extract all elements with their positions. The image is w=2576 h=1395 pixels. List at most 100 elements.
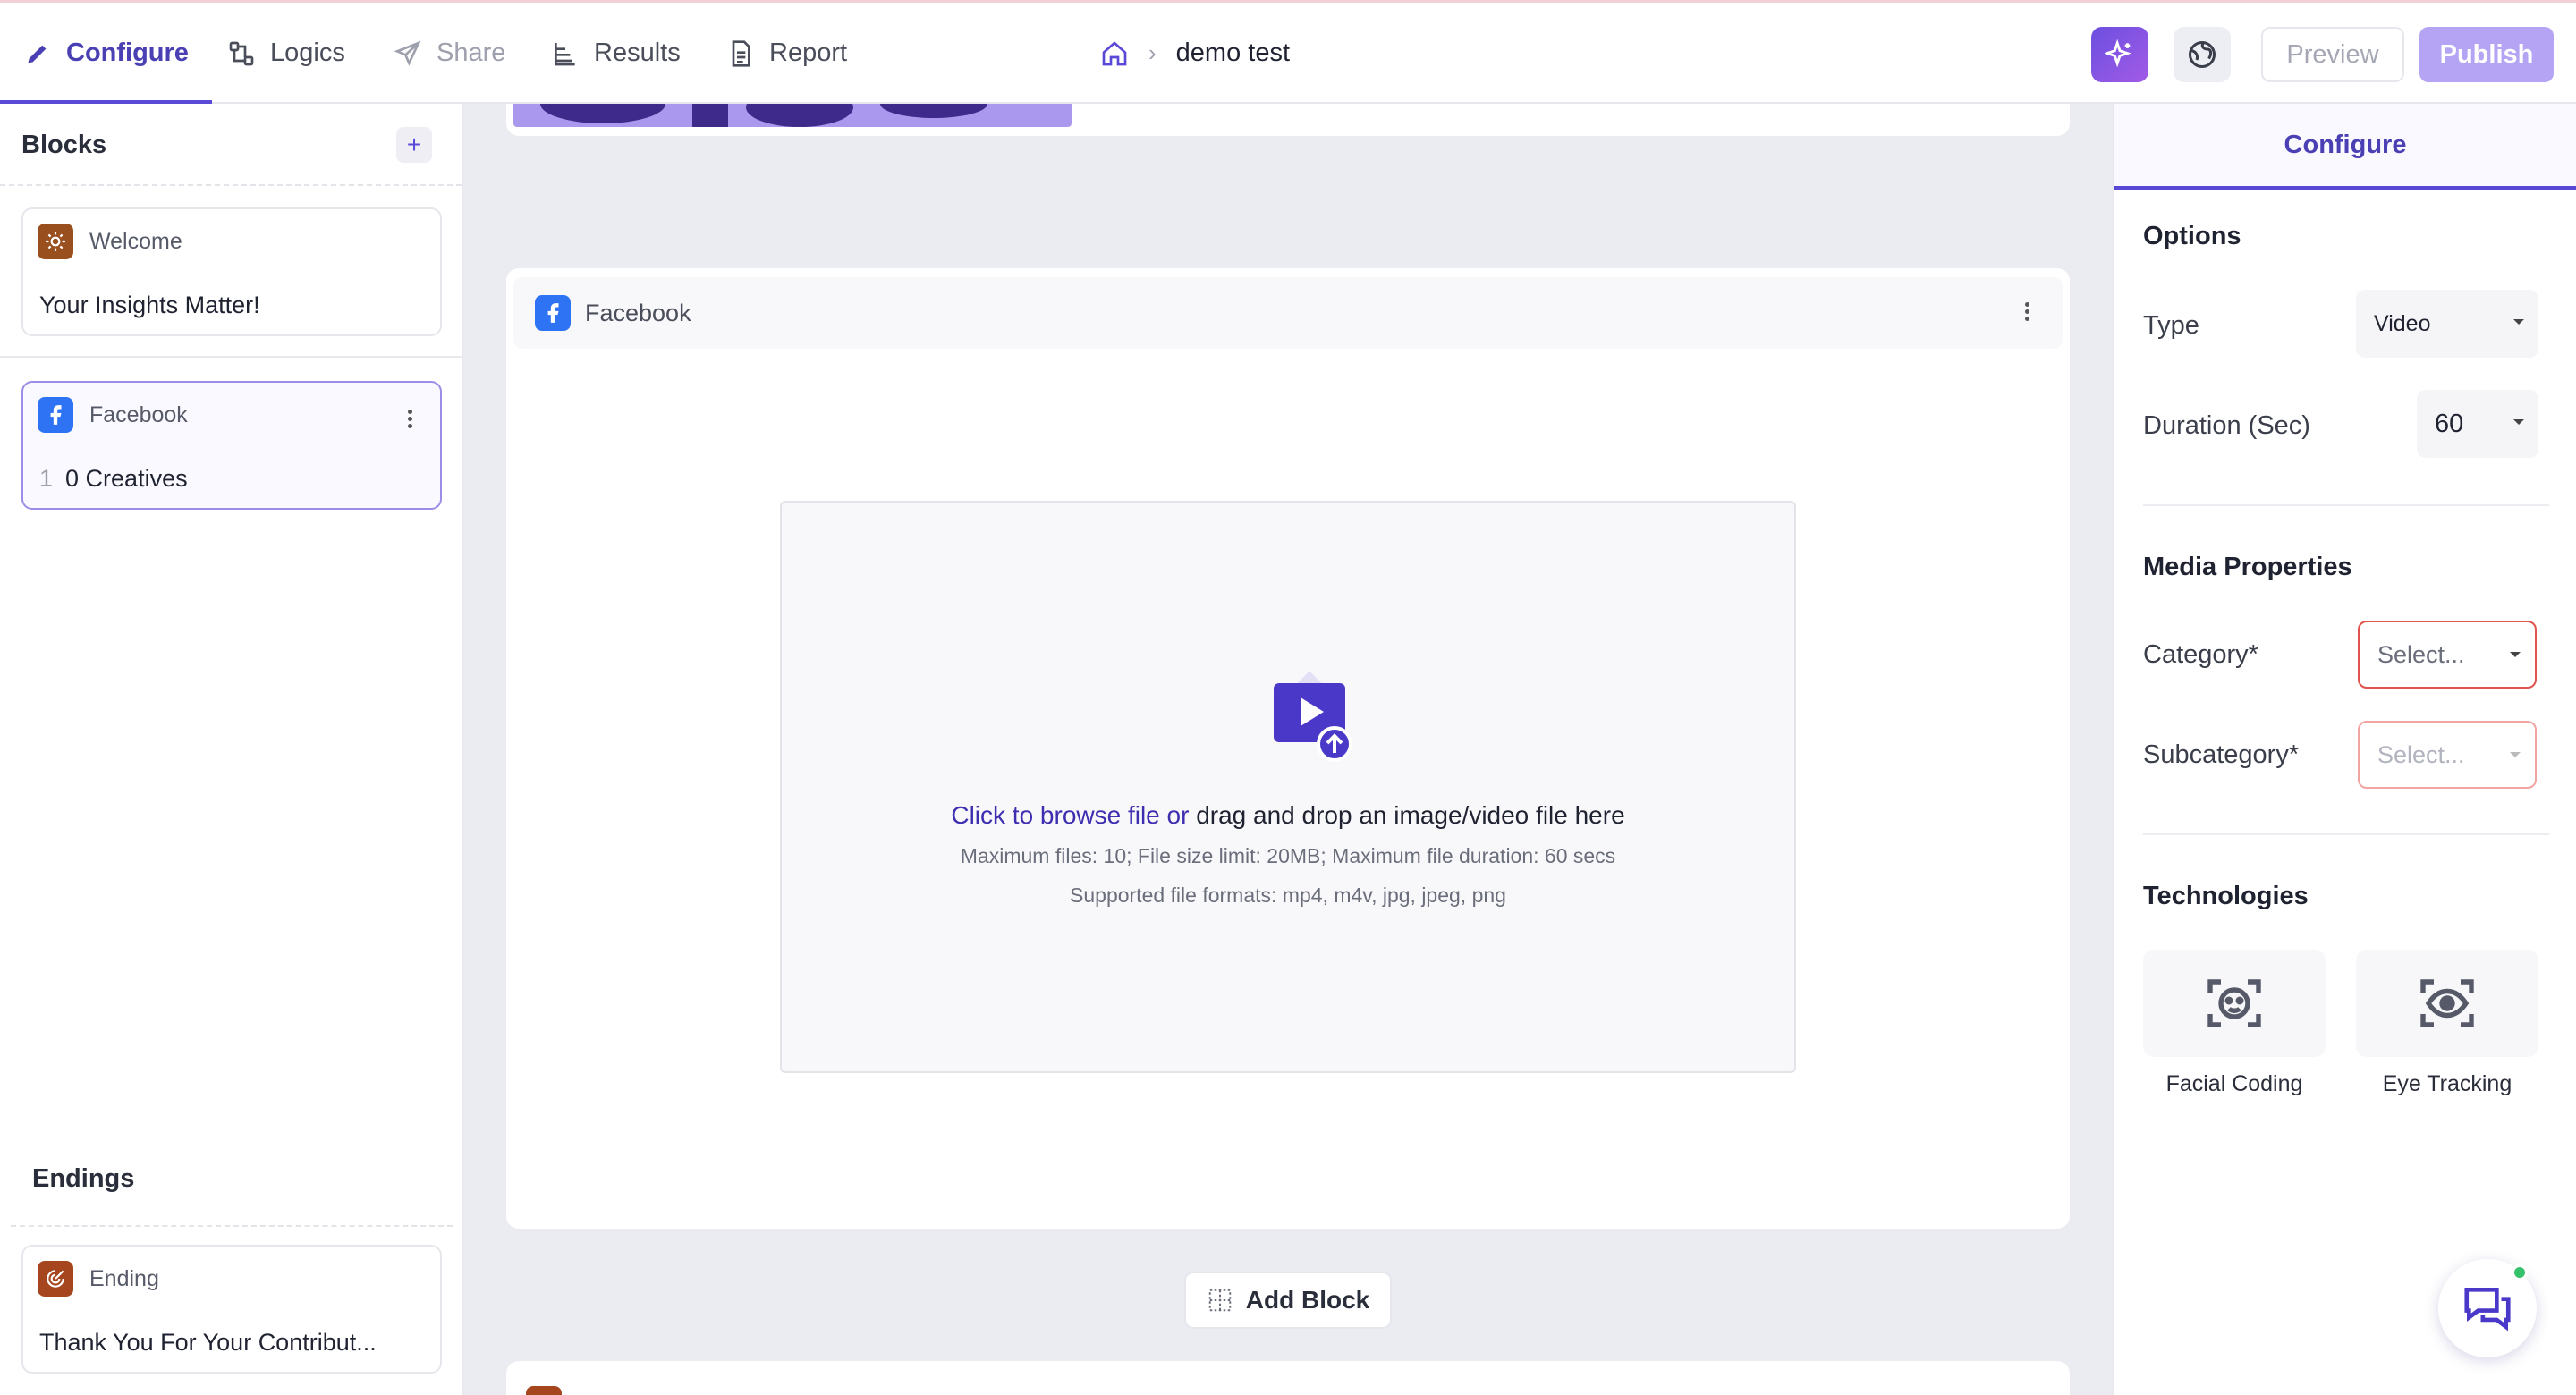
chat-icon: [2464, 1288, 2511, 1332]
block-index: 1: [39, 465, 54, 492]
subcategory-label: Subcategory*: [2143, 740, 2300, 769]
chevron-down-icon: [2510, 752, 2521, 757]
tab-results[interactable]: Results: [551, 3, 681, 104]
pencil-icon: [28, 45, 47, 63]
target-icon: [526, 1386, 562, 1395]
tab-configure[interactable]: Configure: [0, 3, 212, 104]
add-block-label: Add Block: [1245, 1286, 1370, 1314]
more-options-icon[interactable]: [408, 410, 413, 429]
technologies-title: Technologies: [2143, 882, 2309, 910]
panel-tab-configure[interactable]: Configure: [2114, 104, 2576, 190]
document-icon: [732, 39, 750, 67]
facebook-block-label: Facebook: [585, 300, 691, 326]
ending-item[interactable]: Ending Thank You For Your Contribut...: [21, 1245, 442, 1374]
media-properties-title: Media Properties: [2143, 553, 2352, 581]
facebook-icon: [535, 295, 571, 331]
category-label: Category*: [2143, 640, 2258, 669]
blocks-header: Blocks +: [0, 104, 462, 186]
language-button[interactable]: [2174, 27, 2231, 82]
dropzone-limits: Maximum files: 10; File size limit: 20MB…: [960, 844, 1616, 867]
top-bar: Configure Logics Share Results Report › …: [0, 0, 2576, 104]
sun-icon: [38, 224, 73, 259]
chevron-right-icon: ›: [1148, 39, 1157, 66]
chevron-down-icon: [2510, 652, 2521, 657]
send-icon: [394, 40, 421, 66]
tab-report-label: Report: [769, 38, 848, 67]
tab-share[interactable]: Share: [394, 3, 505, 104]
duration-value: 60: [2435, 409, 2464, 438]
configure-panel: Configure Options Type Video Duration (S…: [2113, 104, 2576, 1395]
tab-results-label: Results: [594, 38, 681, 67]
tech-eye-tracking-label: Eye Tracking: [2382, 1071, 2512, 1096]
tech-facial-coding[interactable]: [2143, 950, 2326, 1057]
type-label: Type: [2143, 311, 2199, 340]
divider: [2143, 833, 2549, 835]
ending-title: Thank You For Your Contribut...: [39, 1329, 377, 1356]
divider: [0, 356, 462, 358]
type-value: Video: [2374, 310, 2431, 336]
add-block-icon: [1208, 1289, 1232, 1312]
nodes-icon: [229, 41, 254, 65]
tab-share-label: Share: [436, 38, 506, 67]
tech-facial-coding-label: Facial Coding: [2165, 1071, 2303, 1096]
block-item-welcome[interactable]: Welcome Your Insights Matter!: [21, 207, 442, 336]
globe-icon: [2189, 41, 2216, 68]
online-status-indicator: [2512, 1264, 2528, 1281]
category-select[interactable]: Select...: [2358, 621, 2537, 689]
block-type-label: Welcome: [89, 228, 182, 254]
target-icon: [38, 1261, 73, 1297]
ending-block-card[interactable]: [506, 1361, 2070, 1395]
endings-title: Endings: [32, 1164, 135, 1193]
duration-label: Duration (Sec): [2143, 411, 2310, 440]
options-title: Options: [2143, 222, 2241, 250]
add-block-button[interactable]: Add Block: [1184, 1272, 1392, 1329]
face-scan-icon: [2207, 979, 2261, 1027]
file-dropzone[interactable]: Click to browse file or drag and drop an…: [780, 501, 1796, 1073]
sparkle-icon: [2105, 39, 2131, 68]
chat-support-button[interactable]: [2438, 1259, 2537, 1357]
eye-scan-icon: [2420, 979, 2474, 1027]
facebook-block-card: Facebook Click to browse file or drag an…: [506, 268, 2070, 1229]
tab-logics[interactable]: Logics: [227, 3, 345, 104]
chevron-down-icon: [2513, 419, 2524, 425]
add-block-small-button[interactable]: +: [396, 127, 432, 163]
tab-report[interactable]: Report: [726, 3, 847, 104]
dropzone-instruction-text: drag and drop an image/video file here: [1189, 801, 1625, 829]
blocks-sidebar: Blocks + Welcome Your Insights Matter! F…: [0, 104, 463, 1395]
breadcrumb-project[interactable]: demo test: [1176, 38, 1290, 68]
category-placeholder: Select...: [2377, 640, 2465, 668]
breadcrumb: › demo test: [1100, 3, 1290, 104]
type-select[interactable]: Video: [2356, 290, 2538, 358]
subcategory-select[interactable]: Select...: [2358, 721, 2537, 789]
more-options-icon[interactable]: [2025, 302, 2030, 322]
block-type-label: Facebook: [89, 402, 188, 427]
blocks-title: Blocks: [21, 131, 107, 159]
block-title: 0 Creatives: [65, 465, 188, 492]
video-upload-icon: [1274, 671, 1352, 762]
home-icon[interactable]: [1100, 39, 1129, 68]
chevron-down-icon: [2513, 319, 2524, 325]
welcome-image: [513, 104, 1072, 127]
tab-logics-label: Logics: [270, 38, 345, 67]
illustration-image: [540, 104, 987, 127]
ending-type-label: Ending: [89, 1265, 159, 1291]
subcategory-placeholder: Select...: [2377, 740, 2465, 768]
browse-file-link[interactable]: Click to browse file or: [951, 801, 1189, 829]
welcome-block-card[interactable]: [506, 104, 2070, 136]
block-summary: 1 0 Creatives: [39, 465, 188, 493]
results-icon: [555, 42, 575, 65]
publish-button[interactable]: Publish: [2419, 27, 2554, 82]
endings-header: Endings: [11, 1154, 453, 1227]
dropzone-instruction: Click to browse file or drag and drop an…: [782, 801, 1794, 830]
ai-assistant-button[interactable]: [2091, 27, 2148, 82]
block-title: Your Insights Matter!: [39, 292, 260, 318]
block-item-facebook[interactable]: Facebook 1 0 Creatives: [21, 381, 442, 510]
facebook-block-header: Facebook: [513, 277, 2063, 349]
duration-select[interactable]: 60: [2417, 390, 2538, 458]
divider: [2143, 504, 2549, 506]
tech-eye-tracking[interactable]: [2356, 950, 2538, 1057]
facebook-icon: [38, 397, 73, 433]
preview-button[interactable]: Preview: [2261, 27, 2404, 82]
dropzone-formats: Supported file formats: mp4, m4v, jpg, j…: [1070, 884, 1506, 907]
tab-configure-label: Configure: [66, 38, 189, 67]
